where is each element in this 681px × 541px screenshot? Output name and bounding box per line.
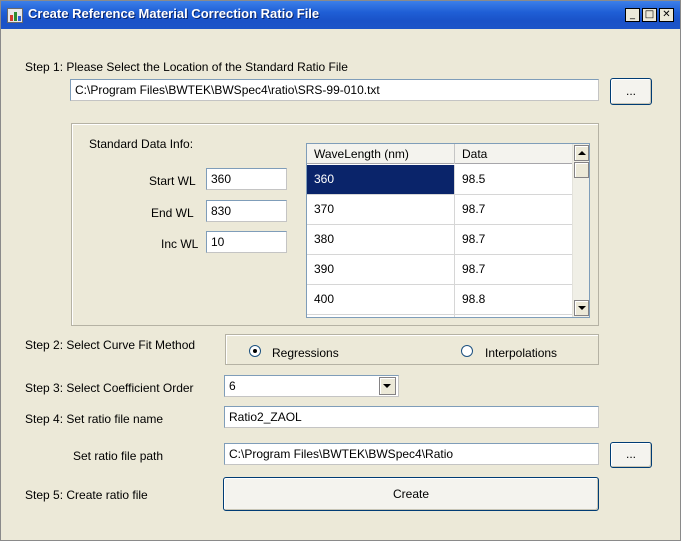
dialog-window: Create Reference Material Correction Rat… <box>0 0 681 541</box>
step1-label: Step 1: Please Select the Location of th… <box>25 60 348 74</box>
close-button[interactable]: ✕ <box>659 8 674 22</box>
data-cell[interactable]: 98.7 <box>455 195 573 224</box>
standard-data-heading: Standard Data Info: <box>89 137 194 151</box>
app-icon <box>7 8 23 23</box>
wavelength-cell[interactable]: 370 <box>307 195 455 224</box>
scroll-thumb[interactable] <box>574 162 589 178</box>
scroll-down-button[interactable] <box>574 300 589 316</box>
wavelength-cell[interactable]: 400 <box>307 285 455 314</box>
start-wl-label: Start WL <box>149 174 196 188</box>
ratio-file-path-field[interactable]: C:\Program Files\BWTEK\BWSpec4\Ratio <box>224 443 599 465</box>
wavelength-cell[interactable]: 410 <box>307 315 455 317</box>
title-bar[interactable]: Create Reference Material Correction Rat… <box>1 1 680 29</box>
table-row[interactable]: 400 98.8 <box>307 285 573 315</box>
table-row[interactable]: 360 98.5 <box>307 165 573 195</box>
browse-standard-file-button[interactable]: ... <box>610 78 652 105</box>
coefficient-order-select[interactable]: 6 <box>224 375 399 397</box>
coefficient-order-dropdown-button[interactable] <box>379 377 396 395</box>
wavelength-cell[interactable]: 360 <box>307 165 455 194</box>
step5-label: Step 5: Create ratio file <box>25 488 148 502</box>
data-cell[interactable]: 98.5 <box>455 165 573 194</box>
scroll-up-button[interactable] <box>574 145 589 161</box>
ratio-path-label: Set ratio file path <box>73 449 164 463</box>
table-row[interactable]: 390 98.7 <box>307 255 573 285</box>
interpolations-label[interactable]: Interpolations <box>485 346 557 360</box>
grid-header: WaveLength (nm) Data <box>307 144 573 164</box>
regressions-radio[interactable] <box>249 345 261 357</box>
data-cell[interactable]: 98.8 <box>455 315 573 317</box>
standard-ratio-path-field[interactable]: C:\Program Files\BWTEK\BWSpec4\ratio\SRS… <box>70 79 599 101</box>
end-wl-label: End WL <box>151 206 194 220</box>
table-row[interactable]: 41098.8 <box>307 315 573 317</box>
data-cell[interactable]: 98.8 <box>455 285 573 314</box>
column-header-data[interactable]: Data <box>455 144 573 164</box>
create-button[interactable]: Create <box>223 477 599 511</box>
data-cell[interactable]: 98.7 <box>455 255 573 284</box>
column-header-wavelength[interactable]: WaveLength (nm) <box>307 144 455 164</box>
step3-label: Step 3: Select Coefficient Order <box>25 381 194 395</box>
regressions-label[interactable]: Regressions <box>272 346 339 360</box>
interpolations-radio[interactable] <box>461 345 473 357</box>
grid-scrollbar[interactable] <box>572 144 589 317</box>
step4-label: Step 4: Set ratio file name <box>25 412 164 426</box>
start-wl-field[interactable]: 360 <box>206 168 287 190</box>
chevron-down-icon <box>383 384 391 388</box>
arrow-down-icon <box>578 306 586 310</box>
wavelength-cell[interactable]: 380 <box>307 225 455 254</box>
table-row[interactable]: 370 98.7 <box>307 195 573 225</box>
end-wl-field[interactable]: 830 <box>206 200 287 222</box>
step2-label: Step 2: Select Curve Fit Method <box>25 338 196 352</box>
window-title: Create Reference Material Correction Rat… <box>28 6 320 21</box>
minimize-button[interactable]: _ <box>625 8 640 22</box>
maximize-button[interactable]: □ <box>642 8 657 22</box>
inc-wl-label: Inc WL <box>161 237 199 251</box>
data-cell[interactable]: 98.7 <box>455 225 573 254</box>
wavelength-cell[interactable]: 390 <box>307 255 455 284</box>
browse-ratio-path-button[interactable]: ... <box>610 442 652 468</box>
inc-wl-field[interactable]: 10 <box>206 231 287 253</box>
table-row[interactable]: 380 98.7 <box>307 225 573 255</box>
arrow-up-icon <box>578 151 586 155</box>
ratio-file-name-field[interactable]: Ratio2_ZAOL <box>224 406 599 428</box>
standard-data-grid[interactable]: WaveLength (nm) Data 360 98.5 370 98.7 380 98… <box>306 143 590 318</box>
